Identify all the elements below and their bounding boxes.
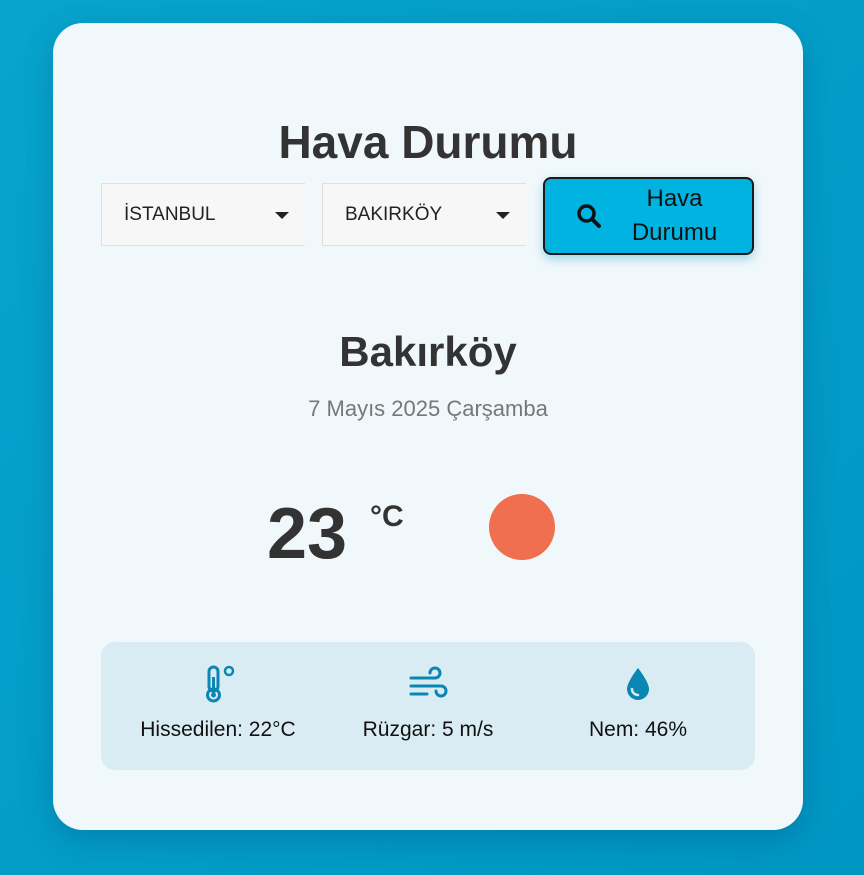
weather-search-button[interactable]: Hava Durumu [543, 177, 754, 255]
feels-like-label: Hissedilen: 22°C [140, 718, 296, 741]
district-select-value: BAKIRKÖY [345, 203, 443, 225]
weather-card: Hava Durumu İSTANBUL BAKIRKÖY Hava Durum… [53, 23, 803, 830]
temperature-unit: °C [370, 500, 404, 533]
chevron-down-icon [275, 212, 289, 219]
droplet-icon [627, 668, 649, 700]
city-select[interactable]: İSTANBUL [101, 183, 305, 246]
temperature-value: 23 [267, 494, 348, 574]
district-select[interactable]: BAKIRKÖY [322, 183, 526, 246]
weather-date: 7 Mayıs 2025 Çarşamba [308, 396, 548, 421]
sun-icon [489, 494, 555, 560]
chevron-down-icon [496, 212, 510, 219]
wind-icon [409, 666, 448, 698]
humidity-label: Nem: 46% [588, 718, 688, 741]
thermometer-icon [206, 665, 235, 703]
weather-details-panel: Hissedilen: 22°C Rüzgar: 5 m/s Nem: 46% [101, 642, 755, 770]
page-title: Hava Durumu [278, 116, 578, 168]
search-button-label: Hava Durumu [631, 185, 718, 246]
wind-label: Rüzgar: 5 m/s [362, 718, 494, 741]
location-name: Bakırköy [339, 328, 517, 375]
city-select-value: İSTANBUL [124, 203, 216, 225]
search-icon [576, 204, 601, 228]
